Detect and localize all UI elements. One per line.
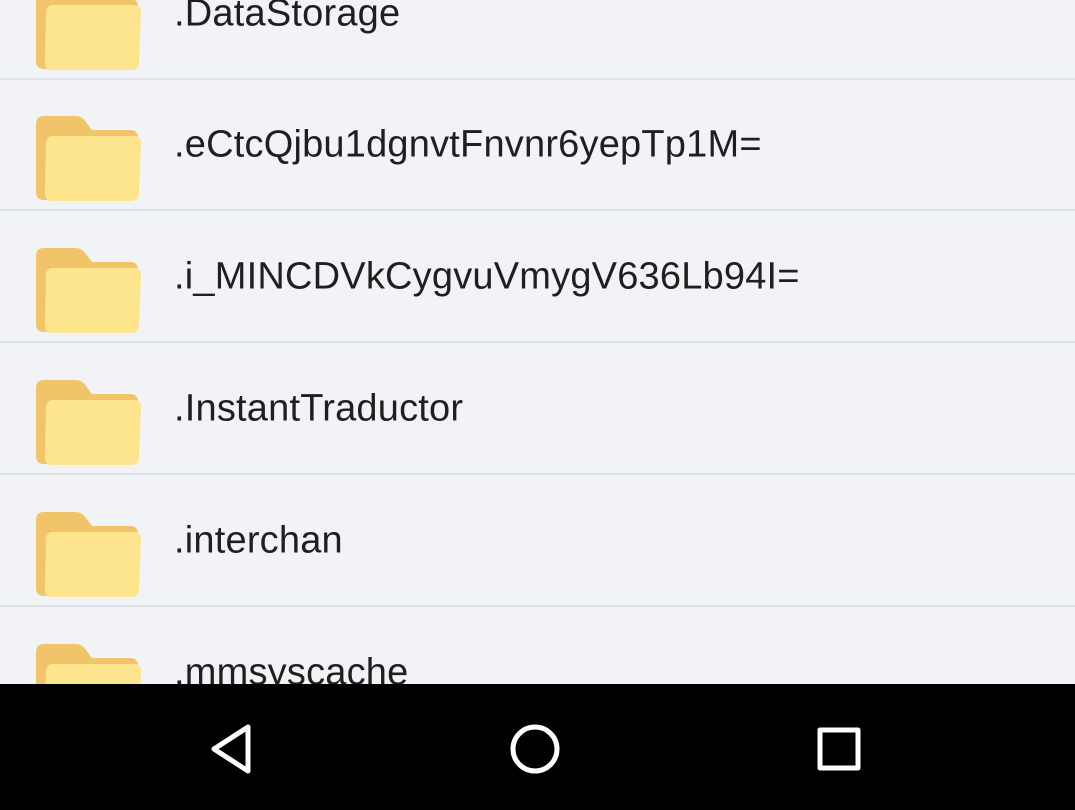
list-item-mmsyscache[interactable]: .mmsyscache (0, 608, 1075, 684)
file-name: .InstantTraductor (174, 387, 464, 429)
list-item-interchan[interactable]: .interchan (0, 476, 1075, 607)
file-name: .interchan (174, 519, 343, 561)
file-name: .eCtcQjbu1dgnvtFnvnr6yepTp1M= (174, 123, 762, 165)
folder-icon (30, 242, 144, 336)
file-name: .i_MINCDVkCygvuVmygV636Lb94I= (174, 255, 800, 297)
home-button[interactable] (500, 714, 570, 784)
back-button[interactable] (197, 714, 267, 784)
triangle-back-icon (211, 724, 251, 774)
square-recents-icon (817, 727, 861, 771)
list-item-ectcqjbu[interactable]: .eCtcQjbu1dgnvtFnvnr6yepTp1M= (0, 80, 1075, 211)
circle-home-icon (510, 724, 560, 774)
navigation-bar (0, 684, 1075, 810)
folder-icon (30, 374, 144, 468)
list-item-i-mincdvk[interactable]: .i_MINCDVkCygvuVmygV636Lb94I= (0, 212, 1075, 343)
folder-icon (30, 0, 144, 73)
list-item-instanttraductor[interactable]: .InstantTraductor (0, 344, 1075, 475)
file-list: .DataStorage .eCtcQjbu1dgnvtFnvnr6yepTp1… (0, 0, 1075, 684)
folder-icon (30, 110, 144, 204)
folder-icon (30, 638, 144, 684)
list-item-datastorage[interactable]: .DataStorage (0, 0, 1075, 80)
recents-button[interactable] (804, 714, 874, 784)
folder-icon (30, 506, 144, 600)
file-name: .DataStorage (174, 0, 401, 34)
file-name: .mmsyscache (174, 651, 409, 684)
